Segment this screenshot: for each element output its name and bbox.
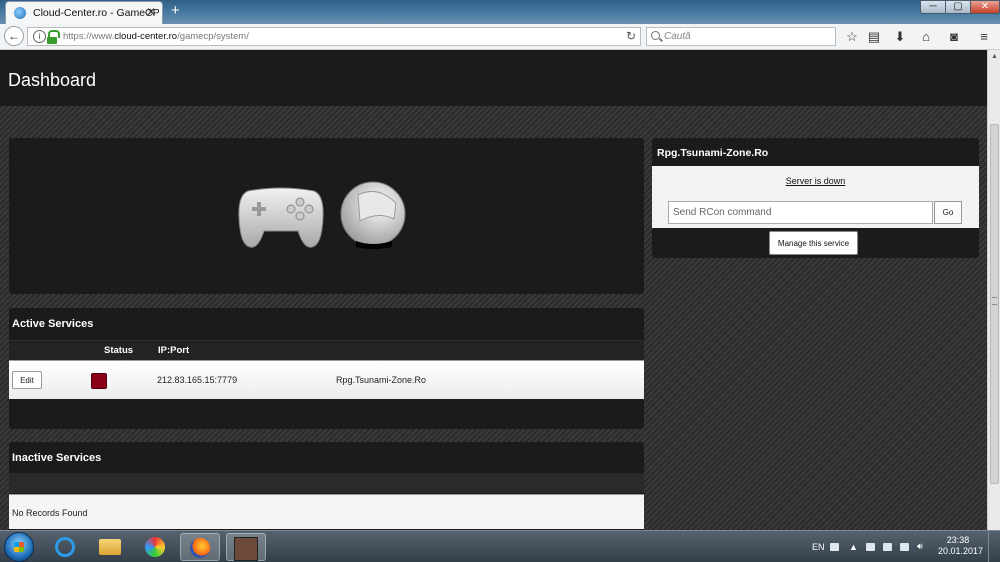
helmet-icon [340, 181, 406, 249]
arrow-left-icon: ← [8, 29, 20, 43]
maximize-button[interactable]: ▢ [945, 0, 971, 14]
power-icon[interactable] [883, 543, 892, 551]
lock-icon[interactable] [47, 30, 60, 44]
new-tab-button[interactable]: + [171, 3, 180, 19]
keyboard-icon[interactable] [830, 543, 839, 551]
service-name: Rpg.Tsunami-Zone.Ro [336, 375, 427, 385]
info-icon[interactable]: i [33, 30, 46, 43]
navigation-toolbar: ← i https://www.cloud-center.ro/gamecp/s… [0, 24, 1000, 50]
scroll-up-icon[interactable]: ▲ [991, 53, 998, 60]
search-placeholder: Caută [664, 31, 691, 42]
internet-explorer-icon [55, 537, 75, 557]
table-row: No Records Found [9, 494, 644, 529]
clock-time: 23:38 [946, 535, 970, 545]
page-content: Dashboard Active Services Status IP:Port… [0, 50, 987, 530]
tab-strip: Cloud-Center.ro - GameCP ✕ + ─ ▢ ✕ [0, 0, 1000, 24]
inactive-services-title: Inactive Services [12, 452, 102, 464]
browser-tab[interactable]: Cloud-Center.ro - GameCP ✕ [5, 1, 163, 24]
taskbar: EN ▲ 🔊︎ 23:38 20.01.2017 [0, 530, 1000, 562]
explorer-taskbar-button[interactable] [90, 533, 130, 561]
active-services-title: Active Services [12, 318, 94, 330]
server-body: Server is down Go [652, 166, 979, 228]
paint-palette-icon [145, 537, 165, 557]
manage-service-button[interactable]: Manage this service [769, 231, 858, 255]
firefox-icon [190, 538, 210, 558]
url-text: https://www.cloud-center.ro/gamecp/syste… [63, 31, 249, 42]
downloads-icon[interactable]: ⬇ [890, 27, 910, 47]
show-hidden-icons-icon[interactable]: ▲ [849, 542, 858, 552]
status-indicator [91, 373, 107, 389]
paint-taskbar-button[interactable] [135, 533, 175, 561]
network-icon[interactable] [900, 543, 909, 551]
address-bar[interactable]: i https://www.cloud-center.ro/gamecp/sys… [27, 27, 641, 46]
reload-icon[interactable]: ↻ [626, 29, 636, 43]
start-button[interactable] [4, 532, 34, 562]
edit-service-button[interactable]: Edit [12, 371, 42, 389]
server-title: Rpg.Tsunami-Zone.Ro [657, 147, 769, 159]
reading-list-icon[interactable]: ▤ [864, 27, 884, 47]
volume-icon[interactable]: 🔊︎ [917, 541, 923, 552]
tab-title: Cloud-Center.ro - GameCP [33, 7, 160, 19]
rcon-command-input[interactable] [668, 201, 933, 224]
grip-icon [992, 297, 997, 305]
show-desktop-button[interactable] [988, 531, 1000, 562]
inactive-services-panel: Inactive Services No Records Found [9, 442, 644, 530]
game-logo-panel [9, 138, 644, 294]
home-icon[interactable]: ⌂ [916, 27, 936, 47]
search-bar[interactable]: Caută [646, 27, 836, 46]
table-header [9, 473, 644, 493]
active-services-panel: Active Services Status IP:Port Edit 212.… [9, 308, 644, 429]
vertical-scrollbar[interactable]: ▲ [987, 50, 1000, 530]
page-header: Dashboard [0, 50, 987, 106]
close-tab-icon[interactable]: ✕ [146, 5, 156, 19]
rcon-go-button[interactable]: Go [934, 201, 962, 224]
samp-taskbar-button[interactable] [226, 533, 266, 561]
scroll-thumb[interactable] [990, 124, 999, 484]
minimize-button[interactable]: ─ [920, 0, 946, 14]
folder-icon [99, 539, 121, 555]
bookmark-star-icon[interactable]: ☆ [842, 27, 862, 47]
system-clock[interactable]: 23:38 20.01.2017 [938, 535, 984, 557]
column-ip-port: IP:Port [158, 345, 190, 356]
server-control-panel: Rpg.Tsunami-Zone.Ro Server is down Go Ma… [652, 138, 979, 258]
search-icon [651, 31, 660, 40]
menu-icon[interactable]: ≡ [974, 27, 994, 47]
internet-explorer-taskbar-button[interactable] [45, 533, 85, 561]
page-title: Dashboard [8, 70, 97, 90]
column-status: Status [104, 345, 134, 356]
site-favicon-icon [14, 7, 26, 19]
server-status-link[interactable]: Server is down [652, 176, 979, 186]
no-records-text: No Records Found [12, 508, 88, 518]
firefox-taskbar-button[interactable] [180, 533, 220, 561]
samp-game-icon [234, 537, 258, 561]
table-header: Status IP:Port [9, 340, 644, 361]
language-indicator[interactable]: EN [812, 542, 825, 552]
service-ip-port: 212.83.165.15:7779 [157, 375, 238, 385]
flag-icon[interactable] [866, 543, 875, 551]
clock-date: 20.01.2017 [938, 546, 984, 556]
table-row: Edit 212.83.165.15:7779 Rpg.Tsunami-Zone… [9, 360, 644, 399]
close-window-button[interactable]: ✕ [970, 0, 1000, 14]
pocket-icon[interactable]: ◙ [944, 27, 964, 47]
back-button[interactable]: ← [4, 26, 24, 46]
gamepad-icon [238, 187, 324, 248]
